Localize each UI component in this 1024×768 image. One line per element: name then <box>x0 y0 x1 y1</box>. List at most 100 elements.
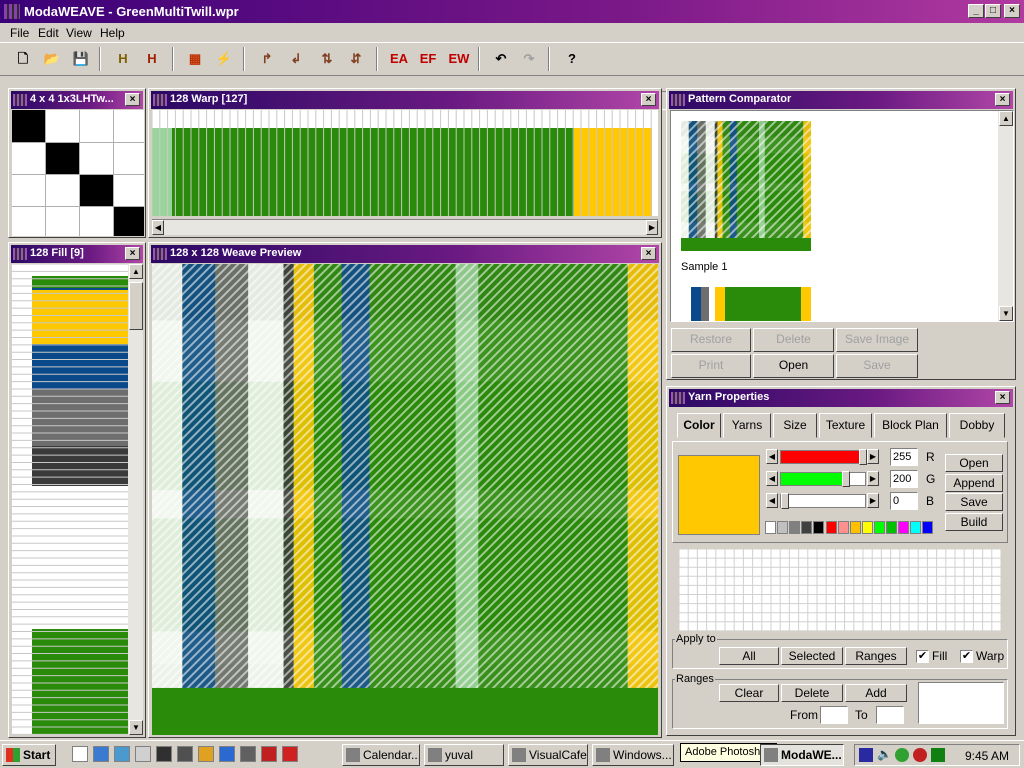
close-icon[interactable]: × <box>995 391 1010 404</box>
update-tray-icon[interactable] <box>913 748 927 762</box>
palette-swatch[interactable] <box>886 521 897 534</box>
value-input-b[interactable]: 0 <box>890 492 918 510</box>
ranges-add-button[interactable]: Add <box>845 684 907 702</box>
terminal-icon[interactable] <box>177 746 193 762</box>
color-build-button[interactable]: Build <box>945 513 1003 531</box>
screen-icon[interactable] <box>156 746 172 762</box>
apply-selected-button[interactable]: Selected <box>781 647 843 665</box>
task-calendar[interactable]: Calendar... <box>342 744 420 766</box>
acrobat-icon[interactable] <box>282 746 298 762</box>
open-icon[interactable]: 📂 <box>41 49 63 69</box>
warp-strip[interactable] <box>152 110 658 216</box>
palette-swatch[interactable] <box>789 521 801 534</box>
pattern-fill-icon[interactable]: ▦ <box>184 49 206 69</box>
lightning-icon[interactable]: ⚡ <box>213 49 235 69</box>
palette-swatch[interactable] <box>777 521 789 534</box>
restore-button[interactable]: Restore <box>671 328 751 352</box>
window-icon[interactable] <box>240 746 256 762</box>
close-icon[interactable]: × <box>641 247 656 260</box>
slider-right-icon[interactable]: ▶ <box>867 449 879 464</box>
save-image-button[interactable]: Save Image <box>836 328 918 352</box>
sample-thumbnail-2[interactable] <box>681 287 811 322</box>
scroll-up-icon[interactable]: ▲ <box>999 111 1013 126</box>
new-icon[interactable]: 🗋 <box>12 49 34 69</box>
weave-grid[interactable] <box>12 110 144 236</box>
weave-preview-canvas[interactable] <box>152 264 658 735</box>
battery-tray-icon[interactable] <box>931 748 945 762</box>
slider-track[interactable] <box>780 449 867 465</box>
save-icon[interactable]: 💾 <box>70 49 92 69</box>
slider-thumb[interactable] <box>842 471 851 487</box>
palette-swatch[interactable] <box>910 521 922 534</box>
tab-dobby[interactable]: Dobby <box>949 413 1005 438</box>
slider-left-icon[interactable]: ◀ <box>766 449 778 464</box>
slider-thumb[interactable] <box>859 449 867 465</box>
scroll-up-icon[interactable]: ▲ <box>129 264 143 279</box>
harness-alt-icon[interactable]: H <box>141 49 163 69</box>
desktop-icon[interactable] <box>72 746 88 762</box>
help-icon[interactable]: ? <box>561 49 583 69</box>
palette-swatch[interactable] <box>765 521 776 534</box>
harness-icon[interactable]: H <box>112 49 134 69</box>
task-visualcafe[interactable]: VisualCafe <box>508 744 588 766</box>
rotate-right-icon[interactable]: ↱ <box>256 49 278 69</box>
sample-thumbnail[interactable] <box>681 121 811 251</box>
network-icon[interactable] <box>114 746 130 762</box>
scroll-down-icon[interactable]: ▼ <box>129 720 143 735</box>
apply-ranges-button[interactable]: Ranges <box>845 647 907 665</box>
slider-thumb[interactable] <box>781 493 789 509</box>
menu-edit[interactable]: Edit <box>38 26 59 40</box>
palette-swatch[interactable] <box>861 521 873 534</box>
color-save-button[interactable]: Save <box>945 493 1003 511</box>
close-icon[interactable]: × <box>125 247 140 260</box>
sample-list[interactable]: Sample 1 ▲ ▼ <box>670 110 1014 322</box>
ie-icon[interactable] <box>219 746 235 762</box>
slider-g[interactable]: ◀ ▶ 200 G <box>766 470 941 488</box>
volume-icon[interactable]: 🔈 <box>877 747 892 761</box>
slider-left-icon[interactable]: ◀ <box>766 493 778 508</box>
maximize-button[interactable]: □ <box>985 4 1001 18</box>
close-icon[interactable]: × <box>995 93 1010 106</box>
comparator-scrollbar[interactable]: ▲ ▼ <box>998 111 1013 321</box>
to-input[interactable] <box>876 706 904 724</box>
palette-swatch[interactable] <box>898 521 910 534</box>
open-button[interactable]: Open <box>753 354 834 378</box>
slider-left-icon[interactable]: ◀ <box>766 471 778 486</box>
palette-swatch[interactable] <box>801 521 813 534</box>
warp-checkbox[interactable]: ✔ <box>960 650 973 663</box>
mouse-icon[interactable] <box>135 746 151 762</box>
scroll-thumb[interactable] <box>129 282 143 330</box>
scroll-left-icon[interactable]: ◀ <box>152 220 164 235</box>
tab-texture[interactable]: Texture <box>819 413 872 438</box>
scroll-right-icon[interactable]: ▶ <box>646 220 658 235</box>
fill-strip[interactable] <box>12 264 128 735</box>
flip-horizontal-icon[interactable]: ⇵ <box>345 49 367 69</box>
slider-right-icon[interactable]: ▶ <box>867 471 879 486</box>
slider-r[interactable]: ◀ ▶ 255 R <box>766 448 941 466</box>
slider-right-icon[interactable]: ▶ <box>867 493 879 508</box>
slider-track[interactable] <box>780 493 866 509</box>
edit-fill-icon[interactable]: EF <box>417 49 439 69</box>
start-button[interactable]: Start <box>2 744 56 766</box>
color-append-button[interactable]: Append <box>945 474 1003 492</box>
slider-track[interactable] <box>780 471 866 487</box>
color-open-button[interactable]: Open <box>945 454 1003 472</box>
flag-icon[interactable] <box>261 746 277 762</box>
delete-button[interactable]: Delete <box>753 328 834 352</box>
monitor-icon[interactable] <box>93 746 109 762</box>
menu-file[interactable]: File <box>10 26 29 40</box>
palette-swatch[interactable] <box>922 521 934 534</box>
task-windows[interactable]: Windows... <box>592 744 674 766</box>
from-input[interactable] <box>820 706 848 724</box>
palette-swatch[interactable] <box>849 521 861 534</box>
task-modaweave[interactable]: ModaWE... <box>760 744 844 766</box>
edit-warp-icon[interactable]: EA <box>388 49 410 69</box>
custom-color-grid[interactable] <box>679 549 1001 631</box>
undo-icon[interactable]: ↶ <box>490 49 512 69</box>
tab-size[interactable]: Size <box>773 413 817 438</box>
palette-swatch[interactable] <box>813 521 825 534</box>
minimize-button[interactable]: _ <box>968 4 984 18</box>
fill-scrollbar[interactable]: ▲ ▼ <box>128 264 143 735</box>
ranges-clear-button[interactable]: Clear <box>719 684 779 702</box>
warp-scrollbar[interactable]: ◀ ▶ <box>152 219 658 235</box>
